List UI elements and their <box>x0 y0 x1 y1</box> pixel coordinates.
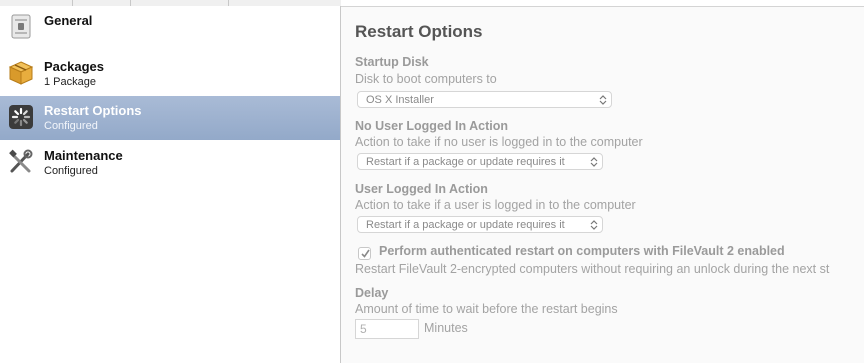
sidebar-item-label: General <box>44 13 93 28</box>
sidebar: General Packages 1 Package Restart Optio… <box>0 6 341 363</box>
sidebar-item-subtitle: 1 Package <box>44 76 96 88</box>
sidebar-item-packages[interactable]: Packages 1 Package <box>0 52 340 96</box>
delay-units-label: Minutes <box>424 321 468 335</box>
top-divider <box>341 0 864 7</box>
package-box-icon <box>8 60 34 86</box>
delay-description: Amount of time to wait before the restar… <box>355 302 618 316</box>
chevron-updown-icon <box>590 220 598 230</box>
no-user-action-label: No User Logged In Action <box>355 119 509 133</box>
sidebar-item-label: Maintenance <box>44 148 123 163</box>
tools-icon <box>8 149 34 175</box>
startup-disk-value: OS X Installer <box>366 94 434 106</box>
sidebar-item-subtitle: Configured <box>44 120 98 132</box>
filevault-checkbox-label[interactable]: Perform authenticated restart on compute… <box>379 244 785 258</box>
filevault-checkbox[interactable] <box>358 247 371 260</box>
chevron-updown-icon <box>590 157 598 167</box>
user-action-value: Restart if a package or update requires … <box>366 219 565 231</box>
checkmark-icon <box>361 249 370 258</box>
page-title: Restart Options <box>355 22 483 41</box>
delay-label: Delay <box>355 286 389 300</box>
sidebar-item-subtitle: Configured <box>44 165 98 177</box>
user-action-description: Action to take if a user is logged in to… <box>355 198 636 212</box>
startup-disk-label: Startup Disk <box>355 55 429 69</box>
user-action-label: User Logged In Action <box>355 182 488 196</box>
startup-disk-description: Disk to boot computers to <box>355 72 497 86</box>
filevault-description: Restart FileVault 2-encrypted computers … <box>355 262 830 276</box>
delay-minutes-input[interactable]: 5 <box>355 319 419 339</box>
chevron-updown-icon <box>599 95 607 105</box>
restart-spinner-icon <box>8 104 34 130</box>
user-action-select[interactable]: Restart if a package or update requires … <box>357 216 603 233</box>
no-user-action-select[interactable]: Restart if a package or update requires … <box>357 153 603 170</box>
sidebar-item-label: Packages <box>44 59 104 74</box>
startup-disk-select[interactable]: OS X Installer <box>357 91 612 108</box>
general-doc-icon <box>8 14 34 40</box>
no-user-action-description: Action to take if no user is logged in t… <box>355 135 643 149</box>
restart-options-pane: Restart Options Startup Disk Disk to boo… <box>341 7 864 363</box>
sidebar-item-label: Restart Options <box>44 103 142 118</box>
sidebar-item-general[interactable]: General <box>0 6 340 50</box>
no-user-action-value: Restart if a package or update requires … <box>366 156 565 168</box>
sidebar-item-restart-options[interactable]: Restart Options Configured <box>0 96 340 140</box>
sidebar-item-maintenance[interactable]: Maintenance Configured <box>0 141 340 185</box>
